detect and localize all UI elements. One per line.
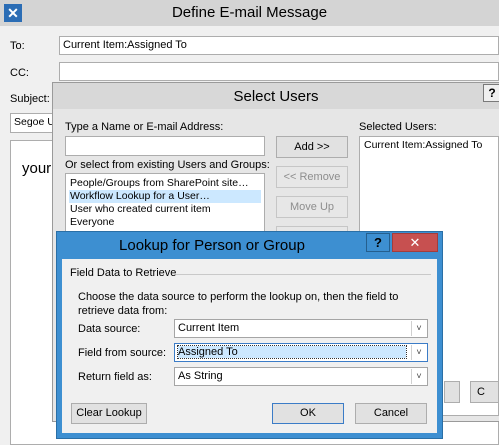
cc-field[interactable]	[59, 62, 499, 81]
list-item[interactable]: People/Groups from SharePoint site…	[69, 177, 261, 190]
select-users-cancel-button-partial[interactable]: C	[470, 381, 499, 403]
remove-button[interactable]: << Remove	[276, 166, 348, 188]
select-users-ok-button-partial[interactable]	[444, 381, 460, 403]
to-field[interactable]: Current Item:Assigned To	[59, 36, 499, 55]
or-select-label: Or select from existing Users and Groups…	[65, 159, 270, 171]
lookup-help-button[interactable]: ?	[366, 233, 390, 252]
lookup-instructions: Choose the data source to perform the lo…	[78, 291, 399, 317]
select-users-title: Select Users	[233, 88, 319, 105]
return-field-value: As String	[178, 370, 223, 382]
font-select[interactable]: Segoe U	[10, 113, 55, 133]
app-icon: ✕	[4, 4, 22, 22]
field-from-source-label: Field from source:	[78, 347, 167, 359]
ok-button[interactable]: OK	[272, 403, 344, 424]
list-item[interactable]: User who created current item	[69, 203, 261, 216]
move-up-button[interactable]: Move Up	[276, 196, 348, 218]
selected-users-label: Selected Users:	[359, 121, 437, 133]
define-email-titlebar: Define E-mail Message	[0, 0, 499, 26]
list-item[interactable]: Everyone	[69, 216, 261, 229]
field-from-source-dropdown[interactable]: Assigned To ˅	[174, 343, 428, 362]
return-field-label: Return field as:	[78, 371, 152, 383]
name-email-input[interactable]	[65, 136, 265, 156]
cc-label: CC:	[10, 67, 29, 79]
close-icon[interactable]: ✕	[392, 233, 438, 252]
field-data-group-label: Field Data to Retrieve	[70, 267, 181, 279]
selected-user-item[interactable]: Current Item:Assigned To	[363, 139, 495, 152]
subject-label: Subject:	[10, 93, 50, 105]
to-label: To:	[10, 40, 25, 52]
message-body-text: your	[22, 160, 52, 177]
add-button[interactable]: Add >>	[276, 136, 348, 158]
data-source-label: Data source:	[78, 323, 141, 335]
cancel-button[interactable]: Cancel	[355, 403, 427, 424]
chevron-down-icon: ˅	[411, 321, 426, 336]
define-email-title: Define E-mail Message	[171, 4, 328, 21]
chevron-down-icon: ˅	[411, 345, 426, 360]
list-item-selected[interactable]: Workflow Lookup for a User…	[69, 190, 261, 203]
select-users-titlebar: Select Users	[53, 83, 499, 109]
select-users-help-button[interactable]: ?	[483, 84, 499, 102]
group-divider	[176, 274, 431, 275]
return-field-dropdown[interactable]: As String ˅	[174, 367, 428, 386]
lookup-title: Lookup for Person or Group	[119, 237, 305, 254]
chevron-down-icon: ˅	[411, 369, 426, 384]
type-name-label: Type a Name or E-mail Address:	[65, 121, 224, 133]
field-from-source-value: Assigned To	[177, 345, 407, 359]
users-groups-list[interactable]: People/Groups from SharePoint site… Work…	[65, 173, 265, 233]
data-source-dropdown[interactable]: Current Item ˅	[174, 319, 428, 338]
clear-lookup-button[interactable]: Clear Lookup	[71, 403, 147, 424]
data-source-value: Current Item	[178, 322, 240, 334]
